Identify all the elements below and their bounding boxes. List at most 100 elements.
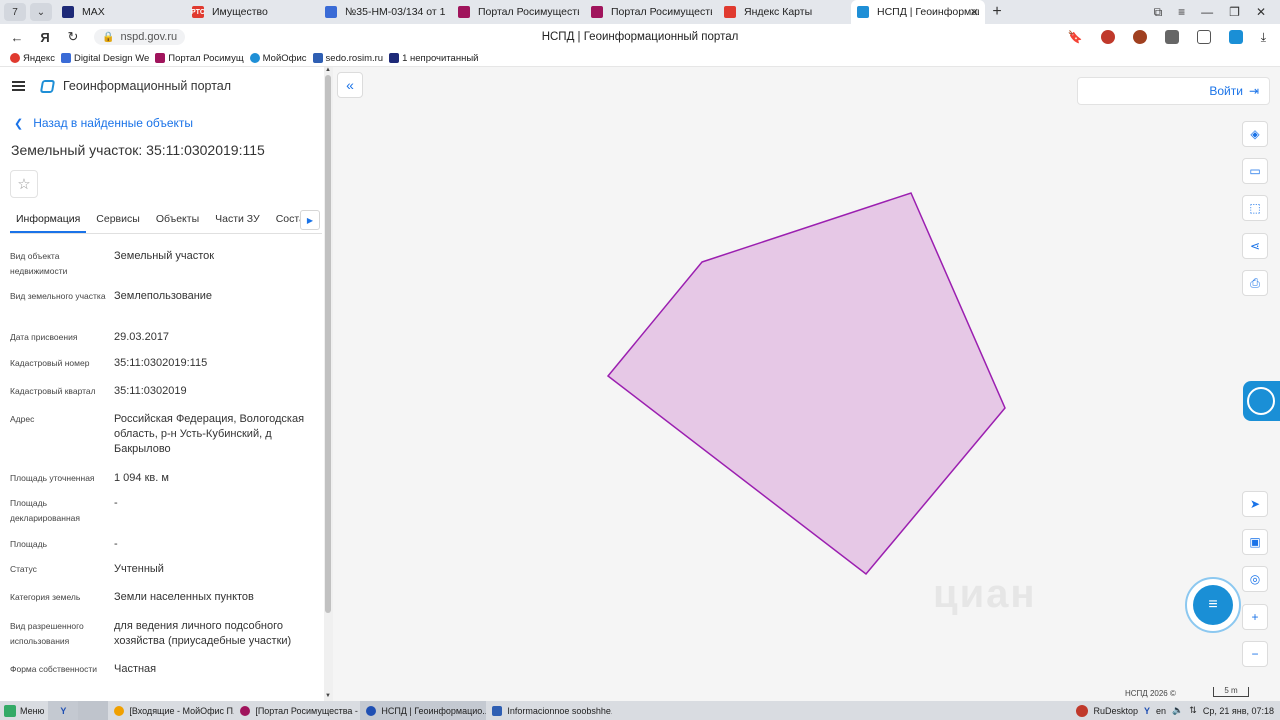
menu-icon[interactable]: ≡: [1178, 5, 1185, 20]
bookmark-item[interactable]: Яндекс: [10, 53, 55, 64]
chat-fab-button[interactable]: ≡: [1185, 577, 1241, 633]
panel-scrollbar[interactable]: ▲ ▼: [324, 67, 333, 701]
network-icon[interactable]: ⇅: [1189, 705, 1197, 716]
zoom-in-button[interactable]: +: [1242, 604, 1268, 630]
extension-icon[interactable]: [1228, 30, 1243, 44]
minimap-button[interactable]: ▣: [1242, 529, 1268, 555]
rudesktop-icon[interactable]: [1075, 704, 1088, 717]
land-parcel-polygon[interactable]: [606, 192, 1006, 576]
minimize-icon[interactable]: —: [1201, 5, 1213, 20]
start-label: Меню: [20, 705, 45, 716]
locate-button[interactable]: ➤: [1242, 491, 1268, 517]
rosim-icon: [155, 53, 166, 63]
start-icon: [4, 704, 16, 717]
back-arrow-icon[interactable]: ←: [6, 30, 28, 45]
browser-tab[interactable]: Портал Росимущества: [452, 0, 585, 24]
extension-icon[interactable]: [1164, 30, 1179, 44]
browser-tab[interactable]: РТС Имущество: [186, 0, 319, 24]
bookmark-item[interactable]: 1 непрочитанный: [389, 53, 478, 64]
geolocation-button[interactable]: ◎: [1242, 566, 1268, 592]
property-value: Земельный участок: [114, 250, 215, 262]
language-indicator[interactable]: en: [1156, 706, 1166, 716]
map-view[interactable]: циан « Войти ⇥ ◈ ▭ ⬚ ⋖ ⎙ ➤ ▣ ◎ ≡ + − НСП…: [333, 67, 1280, 701]
favorite-star-button[interactable]: ☆: [10, 170, 38, 198]
extension-icon[interactable]: [1196, 30, 1211, 44]
hamburger-menu-icon[interactable]: [12, 81, 25, 91]
browser-tab-active[interactable]: НСПД | Геоинформац ✕: [851, 0, 985, 24]
layers-icon: ◈: [1250, 127, 1260, 141]
support-chat-tab[interactable]: [1243, 381, 1280, 421]
scrollbar-thumb[interactable]: [325, 75, 331, 613]
print-button[interactable]: ⎙: [1242, 270, 1268, 296]
browser-tab-strip: 7 ⌄ MAX РТС Имущество №35-НМ-03/134 от 1…: [0, 0, 1280, 24]
yandex-icon: [10, 53, 20, 63]
browser-tab[interactable]: Яндекс Карты: [718, 0, 851, 24]
property-value: -: [114, 538, 118, 550]
select-area-icon: ⬚: [1249, 201, 1261, 215]
property-key: Вид объекта недвижимости: [10, 251, 68, 276]
cloud-icon: [249, 53, 260, 63]
tab-objects[interactable]: Объекты: [156, 206, 199, 233]
reload-icon[interactable]: ↻: [62, 29, 84, 45]
property-key: Адрес: [10, 414, 35, 424]
bookmark-icon[interactable]: 🔖: [1068, 30, 1083, 44]
scroll-down-icon[interactable]: ▼: [325, 693, 331, 699]
bookmark-item[interactable]: sedo.rosim.ru: [312, 53, 383, 64]
taskbar-blank: [78, 701, 109, 720]
zoom-out-button[interactable]: −: [1242, 641, 1268, 667]
back-to-results-link[interactable]: ❮ Назад в найденные объекты: [14, 116, 193, 130]
app-title: Геоинформационный портал: [63, 79, 232, 93]
measure-button[interactable]: ▭: [1242, 158, 1268, 184]
scroll-up-icon[interactable]: ▲: [325, 67, 331, 73]
property-row: Форма собственности Частная: [10, 662, 318, 677]
tabs-scroll-right-button[interactable]: ▶: [300, 210, 320, 230]
downloads-icon[interactable]: ⤓: [1261, 30, 1266, 45]
property-key: Площадь уточненная: [10, 473, 95, 483]
browser-tab[interactable]: №35-НМ-03/134 от 15.01: [319, 0, 452, 24]
rudesktop-label: RuDesktop: [1093, 705, 1139, 716]
browser-tab[interactable]: Портал Росимущества: [585, 0, 718, 24]
taskbar-item[interactable]: Informacionnoe soobshhe...: [486, 701, 612, 720]
property-key: Дата присвоения: [10, 332, 78, 342]
tab-services[interactable]: Сервисы: [96, 206, 140, 233]
start-menu-button[interactable]: Меню: [0, 701, 48, 720]
tab-manager-icon[interactable]: ⧉: [1154, 5, 1163, 20]
url-field[interactable]: 🔒 nspd.gov.ru: [94, 29, 186, 45]
os-taskbar: Меню Y [Входящие - МойОфис П... [Портал …: [0, 701, 1280, 720]
bookmark-item[interactable]: Digital Design We: [60, 53, 149, 64]
close-tab-icon[interactable]: ✕: [970, 6, 979, 19]
login-button[interactable]: Войти ⇥: [1077, 77, 1270, 105]
cian-watermark: циан: [933, 572, 1037, 616]
select-area-button[interactable]: ⬚: [1242, 195, 1268, 221]
extension-icon[interactable]: [1100, 30, 1115, 44]
tab-counter[interactable]: 7: [4, 3, 26, 21]
clock[interactable]: Ср, 21 янв, 07:18: [1203, 706, 1274, 716]
restore-icon[interactable]: ❐: [1229, 5, 1240, 20]
tab-label: №35-НМ-03/134 от 15.01: [345, 6, 446, 18]
taskbar-item[interactable]: [Входящие - МойОфис П...: [108, 701, 234, 720]
property-row: Категория земель Земли населенных пунктов: [10, 590, 318, 605]
yandex-icon[interactable]: Я: [34, 30, 56, 45]
new-tab-button[interactable]: +: [985, 3, 1009, 21]
taskbar-item-active[interactable]: НСПД | Геоинформацио...: [360, 701, 487, 720]
browser-tab[interactable]: MAX: [56, 0, 186, 24]
share-button[interactable]: ⋖: [1242, 233, 1268, 259]
layers-button[interactable]: ◈: [1242, 121, 1268, 147]
taskbar-item[interactable]: [Портал Росимущества - ...: [234, 701, 360, 720]
yandex-icon[interactable]: Y: [1144, 706, 1150, 716]
yandex-browser-launcher[interactable]: Y: [48, 701, 79, 720]
tab-list-dropdown[interactable]: ⌄: [30, 3, 52, 21]
property-key: Категория земель: [10, 592, 81, 602]
message-icon: ≡: [1193, 585, 1233, 625]
tab-label: Портал Росимущества: [611, 6, 712, 18]
bookmark-item[interactable]: МойОфис: [249, 53, 307, 64]
tab-information[interactable]: Информация: [10, 206, 87, 233]
tab-parts[interactable]: Части ЗУ: [215, 206, 260, 233]
collapse-panel-button[interactable]: «: [337, 72, 363, 98]
volume-icon[interactable]: 🔈: [1172, 705, 1183, 716]
extension-icon[interactable]: [1132, 30, 1147, 44]
close-window-icon[interactable]: ✕: [1256, 5, 1266, 20]
property-value: Российская Федерация, Вологодская област…: [114, 413, 305, 455]
bookmark-item[interactable]: Портал Росимущ: [155, 53, 244, 64]
info-panel: Геоинформационный портал ❮ Назад в найде…: [0, 67, 324, 701]
